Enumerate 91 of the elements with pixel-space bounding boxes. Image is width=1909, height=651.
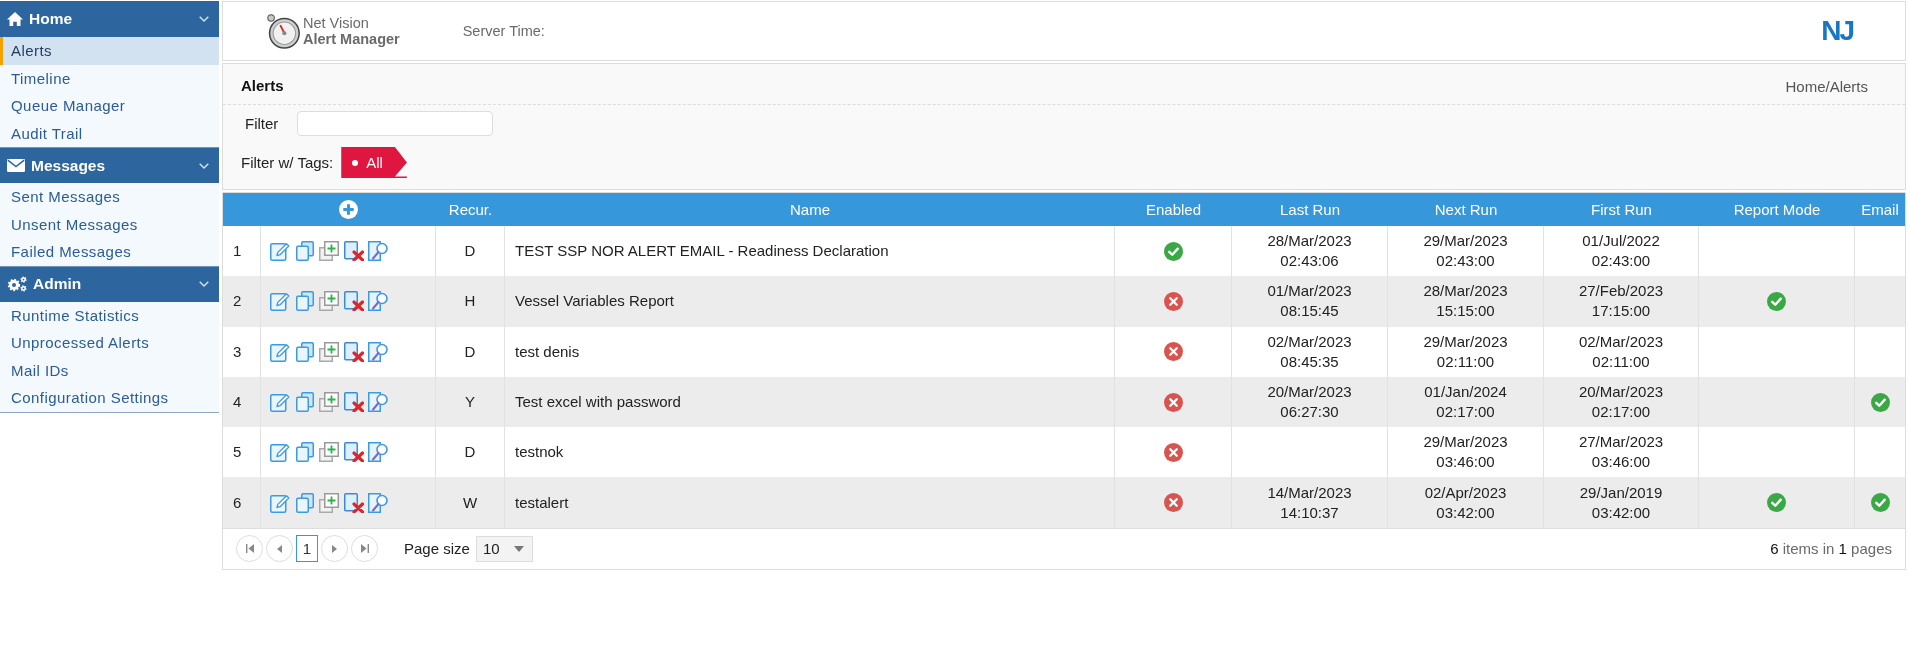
sidebar-item[interactable]: Alerts [0,37,219,65]
document-plus-icon[interactable] [319,492,340,513]
document-search-icon[interactable] [368,392,389,413]
document-plus-icon[interactable] [319,392,340,413]
document-search-icon[interactable] [368,492,389,513]
table-cell: 14/Mar/2023 14:10:37 [1232,477,1388,528]
table-cell: 02/Apr/2023 03:42:00 [1388,477,1544,528]
home-icon [7,12,23,26]
document-search-icon[interactable] [368,241,389,262]
filter-field[interactable] [297,111,494,136]
document-search-icon[interactable] [368,341,389,362]
delete-icon[interactable] [343,442,364,463]
copy-icon[interactable] [294,492,315,513]
sidebar-section-header[interactable]: Messages [0,147,219,183]
triangle-left-icon [277,544,282,553]
sidebar-item[interactable]: Timeline [0,64,219,92]
previous-page-button[interactable] [266,535,293,563]
table-cell: 01/Mar/2023 08:15:45 [1232,276,1388,327]
next-page-button[interactable] [321,535,348,563]
table-cell: 02/Mar/2023 08:45:35 [1232,326,1388,377]
sidebar-item[interactable]: Unsent Messages [0,210,219,238]
tag-button[interactable]: All [341,147,407,178]
breadcrumb: Home/Alerts [1785,77,1868,95]
delete-icon[interactable] [343,341,364,362]
row-number: 3 [223,326,261,377]
page-title: Alerts [241,76,284,94]
pager-summary: 6 items in 1 pages [1770,540,1892,558]
table-cell: 29/Jan/2019 03:42:00 [1544,477,1699,528]
edit-icon[interactable] [270,492,290,513]
copy-icon[interactable] [294,392,315,413]
sidebar-section-header[interactable]: Home [0,1,219,37]
edit-icon[interactable] [270,241,290,262]
envelope-icon [7,159,25,172]
stopwatch-icon [267,13,300,49]
table-cell: 28/Mar/2023 15:15:00 [1388,276,1544,327]
gears-icon [7,276,27,292]
delete-icon[interactable] [343,241,364,262]
document-search-icon[interactable] [368,442,389,463]
dot-icon [352,159,359,166]
row-number: 6 [223,477,261,528]
app-name: Net Vision [303,15,370,31]
copy-icon[interactable] [294,291,315,312]
table-cell: D [436,326,505,377]
app-subtitle: Alert Manager [303,31,400,47]
tag-filter-label: Filter w/ Tags: [241,154,334,171]
sidebar-item[interactable]: Audit Trail [0,119,219,147]
copy-icon[interactable] [294,442,315,463]
edit-icon[interactable] [270,341,290,362]
sidebar-section-header[interactable]: Admin [0,265,219,302]
delete-icon[interactable] [343,291,364,312]
add-icon[interactable] [339,200,358,219]
brand-logo: NJ [1821,19,1855,43]
edit-icon[interactable] [270,442,290,463]
document-plus-icon[interactable] [319,291,340,312]
document-plus-icon[interactable] [319,442,340,463]
table-cell: 02/Mar/2023 02:11:00 [1544,326,1699,377]
filter-label: Filter [245,115,279,132]
page-size-dropdown[interactable]: 10 [475,535,533,562]
document-plus-icon[interactable] [319,341,340,362]
skip-end-icon [360,544,369,554]
table-cell: H [436,276,505,327]
document-plus-icon[interactable] [319,241,340,262]
page-size-label: Page size [404,540,470,558]
copy-icon[interactable] [294,241,315,262]
delete-icon[interactable] [343,392,364,413]
sidebar-item[interactable]: Queue Manager [0,92,219,120]
skip-start-icon [245,544,254,554]
table-cell: testalert [505,477,1115,528]
sidebar-item[interactable]: Unprocessed Alerts [0,329,219,357]
edit-icon[interactable] [270,392,290,413]
sidebar-item[interactable]: Failed Messages [0,238,219,266]
sidebar-item[interactable]: Configuration Settings [0,384,219,412]
sidebar-item[interactable]: Sent Messages [0,183,219,211]
sidebar-item[interactable]: Runtime Statistics [0,301,219,329]
delete-icon[interactable] [343,492,364,513]
first-page-button[interactable] [236,535,263,563]
row-number: 2 [223,276,261,327]
server-time-label: Server Time: [462,23,545,39]
edit-icon[interactable] [270,291,290,312]
last-page-button[interactable] [351,535,378,563]
table-cell: W [436,477,505,528]
table-cell: test denis [505,326,1115,377]
sidebar-item[interactable]: Mail IDs [0,356,219,384]
triangle-right-icon [332,544,337,553]
table-cell: 27/Feb/2023 17:15:00 [1544,276,1699,327]
table-cell: 29/Mar/2023 02:11:00 [1388,326,1544,377]
document-search-icon[interactable] [368,291,389,312]
table-cell: Vessel Variables Report [505,276,1115,327]
copy-icon[interactable] [294,341,315,362]
page-button[interactable]: 1 [296,535,318,563]
caret-icon [513,545,524,552]
